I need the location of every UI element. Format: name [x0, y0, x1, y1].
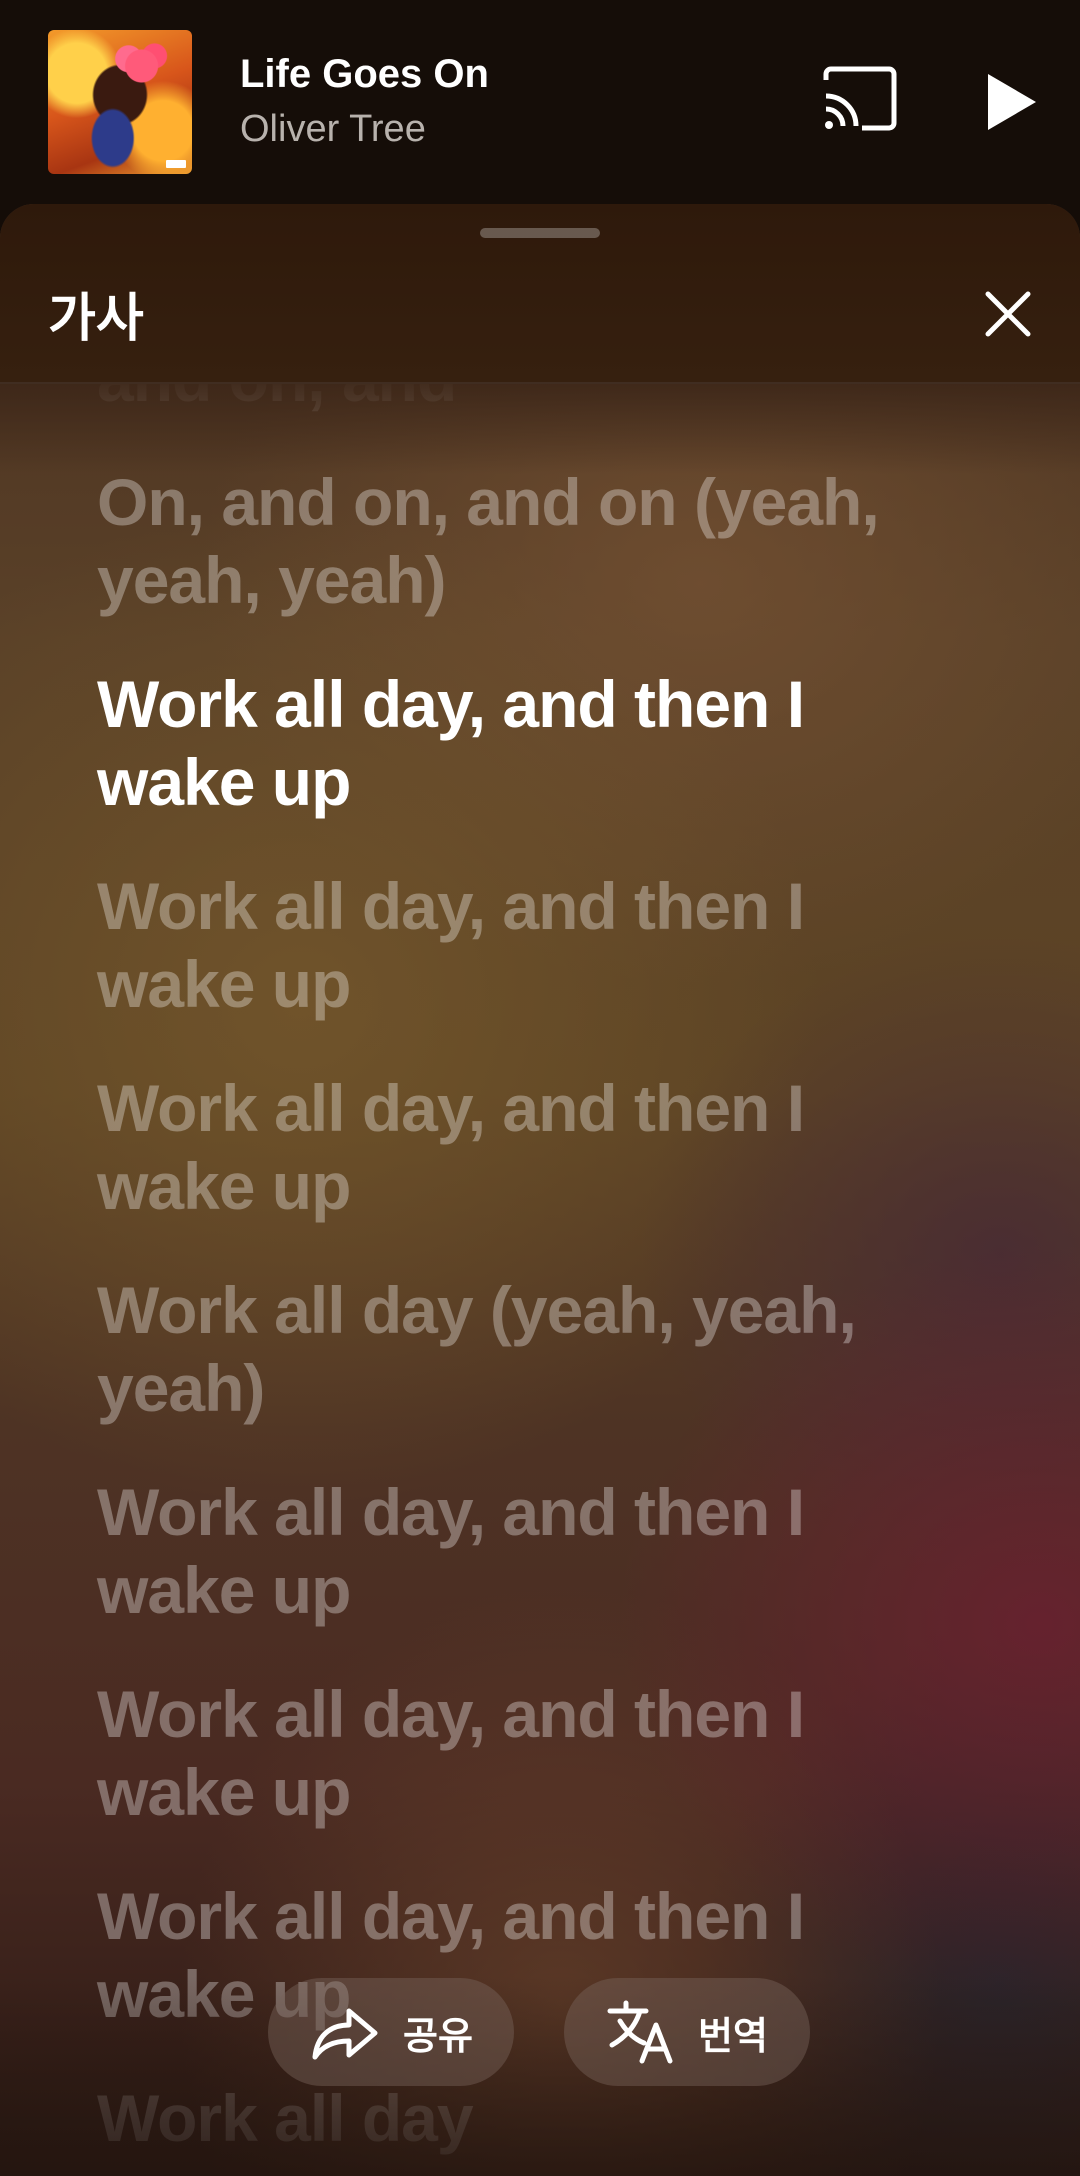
translate-label: 번역 — [698, 2013, 768, 2058]
cast-button[interactable] — [822, 66, 898, 132]
translate-button[interactable]: 번역 — [564, 1978, 810, 2086]
lyric-line[interactable]: Work all day, and then I wake up — [97, 1069, 977, 1225]
share-label: 공유 — [403, 2013, 473, 2058]
lyrics-sheet: 가사 and on, and On, and on, and on (yeah,… — [0, 204, 1080, 2176]
mini-player[interactable]: Life Goes On Oliver Tree — [0, 0, 1080, 210]
lyric-line[interactable]: Work all day — [97, 2079, 977, 2157]
close-icon — [985, 291, 1031, 337]
lyric-line[interactable]: Work all day, and then I wake up — [97, 1675, 977, 1831]
lyrics-sheet-header: 가사 — [0, 204, 1080, 384]
album-art[interactable] — [48, 30, 192, 174]
lyric-line[interactable]: Work all day, and then I wake up — [97, 867, 977, 1023]
song-artist: Oliver Tree — [240, 108, 426, 150]
lyric-line[interactable]: and on, and — [97, 384, 977, 417]
play-icon — [988, 74, 1036, 130]
song-title: Life Goes On — [240, 52, 489, 96]
close-button[interactable] — [978, 284, 1038, 344]
drag-handle[interactable] — [480, 228, 600, 238]
translate-icon — [607, 2000, 673, 2064]
lyrics-sheet-title: 가사 — [48, 289, 144, 349]
play-button[interactable] — [980, 70, 1040, 134]
lyric-line[interactable]: On, and on, and on (yeah, yeah, yeah) — [97, 463, 977, 619]
lyric-line[interactable]: Work all day (yeah, yeah, yeah) — [97, 1271, 977, 1427]
lyrics-screen: Life Goes On Oliver Tree 가사 On, and on, … — [0, 0, 1080, 2176]
lyrics-list: and on, and On, and on, and on (yeah, ye… — [97, 384, 977, 2176]
album-art-badge — [166, 160, 186, 168]
cast-icon — [823, 66, 897, 131]
share-icon — [312, 2008, 378, 2060]
share-button[interactable]: 공유 — [268, 1978, 514, 2086]
lyrics-action-bar: 공유 번역 — [0, 1968, 1080, 2086]
lyric-line[interactable]: Work all day, and then I wake up — [97, 1473, 977, 1629]
lyric-line-active[interactable]: Work all day, and then I wake up — [97, 665, 977, 821]
lyrics-scroll-view[interactable]: and on, and On, and on, and on (yeah, ye… — [0, 384, 1080, 2176]
